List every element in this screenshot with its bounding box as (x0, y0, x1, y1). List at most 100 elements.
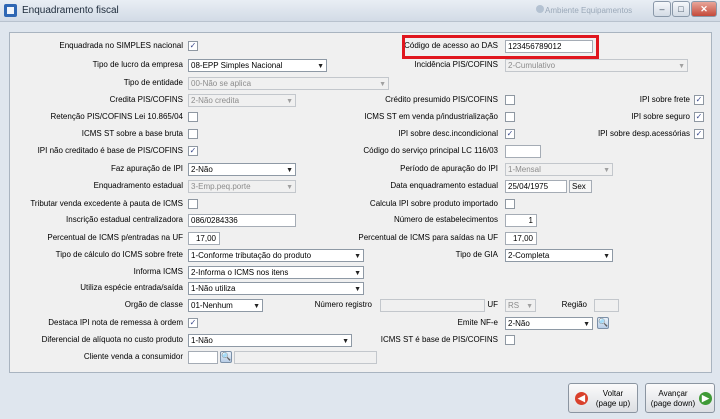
voltar-line1: Voltar (602, 389, 624, 398)
tipo-entidade-label: Tipo de entidade (123, 78, 183, 87)
informa-icms-value: 2-Informa o ICMS nos itens (191, 268, 289, 277)
icms-st-base-pis-label: ICMS ST é base de PIS/COFINS (380, 335, 498, 344)
weekday-display: Sex (569, 180, 592, 193)
periodo-apuracao-select[interactable]: 1-Mensal ▼ (505, 163, 613, 176)
faz-apuracao-ipi-label: Faz apuração de IPI (110, 164, 183, 173)
tipo-entidade-select[interactable]: 00-Não se aplica ▼ (188, 77, 389, 90)
icms-st-base-bruta-label: ICMS ST sobre a base bruta (81, 129, 183, 138)
faz-apuracao-ipi-select[interactable]: 2-Não ▼ (188, 163, 296, 176)
perc-icms-entradas-label: Percentual de ICMS p/entradas na UF (47, 233, 183, 242)
data-enquadramento-input[interactable]: 25/04/1975 (505, 180, 567, 193)
icms-st-industrializacao-checkbox[interactable] (505, 112, 515, 122)
ipi-nao-creditado-label: IPI não creditado é base de PIS/COFINS (37, 146, 183, 155)
maximize-button[interactable]: □ (672, 1, 690, 17)
icms-st-base-bruta-checkbox[interactable] (188, 129, 198, 139)
tributar-pauta-checkbox[interactable] (188, 199, 198, 209)
data-enquadramento-label: Data enquadramento estadual (390, 181, 498, 190)
utiliza-especie-select[interactable]: 1-Não utiliza ▼ (188, 282, 364, 295)
tipo-calculo-frete-label: Tipo de cálculo do ICMS sobre frete (55, 250, 183, 259)
numero-estabelecimentos-input[interactable]: 1 (505, 214, 537, 227)
tipo-gia-select[interactable]: 2-Completa ▼ (505, 249, 613, 262)
incidencia-select[interactable]: 2-Cumulativo ▼ (505, 59, 688, 72)
chevron-down-icon: ▼ (354, 270, 361, 277)
ipi-desc-incondicional-label: IPI sobre desc.incondicional (398, 129, 498, 138)
ipi-seguro-label: IPI sobre seguro (631, 112, 690, 121)
chevron-down-icon: ▼ (253, 303, 260, 310)
emite-nfe-label: Emite NF-e (457, 318, 498, 327)
minimize-button[interactable]: – (653, 1, 671, 17)
chevron-down-icon: ▼ (286, 98, 293, 105)
perc-icms-saidas-input[interactable]: 17,00 (505, 232, 537, 245)
tipo-entidade-value: 00-Não se aplica (191, 79, 252, 88)
informa-icms-select[interactable]: 2-Informa o ICMS nos itens ▼ (188, 266, 364, 279)
ipi-seguro-checkbox[interactable]: ✓ (694, 112, 704, 122)
regiao-label: Região (561, 300, 587, 309)
retencao-checkbox[interactable] (188, 112, 198, 122)
simples-label: Enquadrada no SIMPLES nacional (59, 41, 183, 50)
enquadramento-estadual-select[interactable]: 3-Emp.peq.porte ▼ (188, 180, 296, 193)
simples-checkbox[interactable]: ✓ (188, 41, 198, 51)
informa-icms-label: Informa ICMS (133, 267, 183, 276)
avancar-line1: Avançar (658, 389, 688, 398)
diferencial-aliquota-label: Diferencial de alíquota no custo produto (41, 335, 183, 344)
uf-label: UF (487, 300, 498, 309)
icms-st-industrializacao-label: ICMS ST em venda p/industrialização (364, 112, 498, 121)
ipi-desp-acessorias-label: IPI sobre desp.acessórias (597, 129, 690, 138)
uf-value: RS (508, 301, 520, 310)
credito-presumido-checkbox[interactable] (505, 95, 515, 105)
destaca-ipi-checkbox[interactable]: ✓ (188, 318, 198, 328)
faz-apuracao-ipi-value: 2-Não (191, 165, 213, 174)
chevron-down-icon: ▼ (342, 338, 349, 345)
credita-pis-select[interactable]: 2-Não credita ▼ (188, 94, 296, 107)
enquadramento-estadual-value: 3-Emp.peq.porte (191, 182, 251, 191)
credita-pis-value: 2-Não credita (191, 96, 240, 105)
diferencial-aliquota-value: 1-Não (191, 336, 213, 345)
regiao-input[interactable] (594, 299, 619, 312)
tipo-lucro-value: 08-EPP Simples Nacional (191, 61, 283, 70)
avancar-button[interactable]: Avançar (page down) ▶ (645, 383, 715, 413)
numero-estabelecimentos-label: Número de estabelecimentos (393, 215, 498, 224)
tipo-lucro-label: Tipo de lucro da empresa (92, 60, 183, 69)
ipi-nao-creditado-checkbox[interactable]: ✓ (188, 146, 198, 156)
diferencial-aliquota-select[interactable]: 1-Não ▼ (188, 334, 352, 347)
background-app-icon (536, 5, 544, 13)
uf-select[interactable]: RS ▼ (505, 299, 536, 312)
nfe-config-icon[interactable]: 🔍 (597, 317, 609, 329)
codigo-servico-label: Código do serviço principal LC 116/03 (363, 146, 498, 155)
emite-nfe-value: 2-Não (508, 319, 530, 328)
cliente-consumidor-input[interactable] (188, 351, 218, 364)
chevron-down-icon: ▼ (526, 303, 533, 310)
chevron-down-icon: ▼ (583, 321, 590, 328)
highlight-box (402, 35, 599, 59)
chevron-down-icon: ▼ (678, 63, 685, 70)
numero-registro-label: Número registro (314, 300, 372, 309)
ipi-desc-incondicional-checkbox[interactable]: ✓ (505, 129, 515, 139)
chevron-down-icon: ▼ (379, 81, 386, 88)
perc-icms-entradas-input[interactable]: 17,00 (188, 232, 220, 245)
cliente-lookup-icon[interactable]: 🔍 (220, 351, 232, 363)
inscricao-label: Inscrição estadual centralizadora (66, 215, 183, 224)
chevron-down-icon: ▼ (286, 184, 293, 191)
periodo-apuracao-value: 1-Mensal (508, 165, 541, 174)
orgao-classe-select[interactable]: 01-Nenhum ▼ (188, 299, 263, 312)
calcula-ipi-importado-checkbox[interactable] (505, 199, 515, 209)
tributar-pauta-label: Tributar venda excedente à pauta de ICMS (30, 199, 183, 208)
ipi-frete-checkbox[interactable]: ✓ (694, 95, 704, 105)
ipi-desp-acessorias-checkbox[interactable]: ✓ (694, 129, 704, 139)
voltar-button[interactable]: ◀ Voltar (page up) (568, 383, 638, 413)
tipo-lucro-select[interactable]: 08-EPP Simples Nacional ▼ (188, 59, 327, 72)
codigo-servico-input[interactable] (505, 145, 541, 158)
cliente-name-display (234, 351, 377, 364)
chevron-down-icon: ▼ (354, 253, 361, 260)
inscricao-input[interactable]: 086/0284336 (188, 214, 296, 227)
numero-registro-input[interactable] (380, 299, 485, 312)
close-button[interactable]: ✕ (691, 1, 717, 17)
tipo-gia-label: Tipo de GIA (455, 250, 498, 259)
emite-nfe-select[interactable]: 2-Não ▼ (505, 317, 593, 330)
back-arrow-icon: ◀ (575, 392, 588, 405)
icms-st-base-pis-checkbox[interactable] (505, 335, 515, 345)
tipo-calculo-frete-select[interactable]: 1-Conforme tributação do produto ▼ (188, 249, 364, 262)
credito-presumido-label: Crédito presumido PIS/COFINS (385, 95, 498, 104)
retencao-label: Retenção PIS/COFINS Lei 10.865/04 (50, 112, 183, 121)
chevron-down-icon: ▼ (603, 167, 610, 174)
